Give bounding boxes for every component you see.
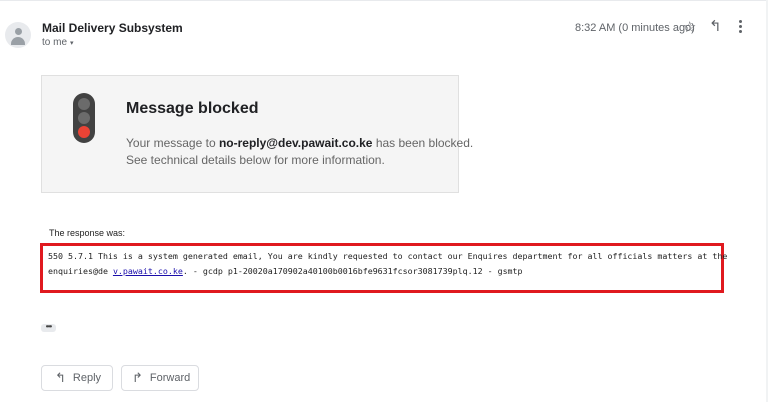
sender-name[interactable]: Mail Delivery Subsystem bbox=[42, 21, 183, 35]
traffic-light-icon bbox=[73, 93, 95, 143]
reply-button-label: Reply bbox=[72, 372, 102, 384]
forward-button-label: Forward bbox=[149, 372, 191, 384]
response-label: The response was: bbox=[49, 228, 126, 238]
notice-message: Your message to no-reply@dev.pawait.co.k… bbox=[126, 136, 474, 150]
notice-title: Message blocked bbox=[126, 100, 259, 117]
reply-arrow-icon: ↰ bbox=[55, 370, 66, 385]
star-icon[interactable]: ☆ bbox=[683, 18, 696, 36]
response-text-line-2: enquiries@de v.pawait.co.ke. - gcdp p1-2… bbox=[48, 266, 523, 276]
forward-arrow-icon: ↱ bbox=[132, 370, 143, 385]
email-view: Mail Delivery Subsystem to me ▾ 8:32 AM (… bbox=[0, 0, 768, 402]
chevron-down-icon[interactable]: ▾ bbox=[70, 40, 74, 47]
response-link[interactable]: v.pawait.co.ke bbox=[113, 266, 183, 276]
sender-avatar-icon[interactable] bbox=[5, 22, 31, 48]
reply-button[interactable]: ↰ Reply bbox=[41, 365, 113, 391]
more-options-icon[interactable] bbox=[739, 20, 743, 34]
notice-details-hint: See technical details below for more inf… bbox=[126, 153, 385, 167]
recipient-details-toggle[interactable]: to me ▾ bbox=[42, 37, 74, 48]
response-text-line-1: 550 5.7.1 This is a system generated ema… bbox=[48, 251, 728, 261]
top-divider bbox=[0, 0, 768, 1]
blocked-recipient-email: no-reply@dev.pawait.co.ke bbox=[218, 136, 373, 150]
forward-button[interactable]: ↱ Forward bbox=[121, 365, 199, 391]
reply-icon[interactable]: ↰ bbox=[709, 17, 722, 35]
message-timestamp: 8:32 AM (0 minutes ago) bbox=[575, 22, 695, 34]
blocked-notice-card bbox=[41, 75, 459, 193]
show-trimmed-content-button[interactable]: ••• bbox=[41, 323, 56, 332]
recipient-label: to me bbox=[42, 37, 68, 48]
